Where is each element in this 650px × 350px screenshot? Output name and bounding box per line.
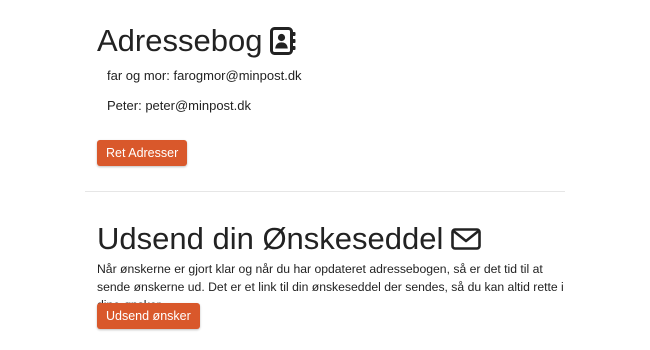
send-wishlist-title: Udsend din Ønskeseddel [97,221,444,256]
edit-addresses-button[interactable]: Ret Adresser [97,140,188,166]
address-entry-name: far og mor [107,68,167,83]
address-entry-email: farogmor@minpost.dk [173,68,302,83]
section-divider [85,191,565,192]
address-entry-email: peter@minpost.dk [145,98,252,113]
address-entry: Peter: peter@minpost.dk [107,98,252,113]
addressbook-section: Adressebog far og mor: farogmor@minpost.… [97,22,565,166]
envelope-icon [451,228,482,250]
address-book-icon [270,27,296,55]
address-entry: far og mor: farogmor@minpost.dk [107,68,302,83]
addressbook-heading: Adressebog [97,22,565,60]
send-wishes-button[interactable]: Udsend ønsker [97,303,200,329]
send-wishlist-heading: Udsend din Ønskeseddel [97,220,565,258]
addressbook-title: Adressebog [97,23,263,58]
send-wishlist-section: Udsend din Ønskeseddel Når ønskerne er g… [97,220,565,329]
address-list: far og mor: farogmor@minpost.dk Peter: p… [107,68,302,128]
address-entry-name: Peter [107,98,139,113]
